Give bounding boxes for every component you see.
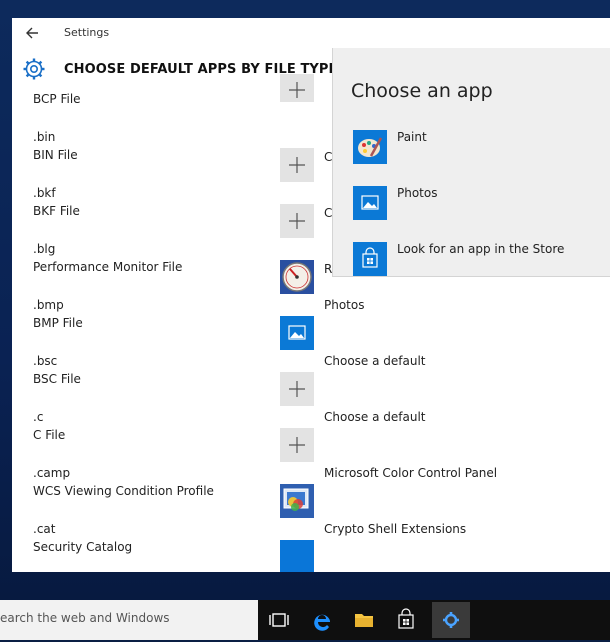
taskbar: earch the web and Windows: [0, 600, 610, 640]
task-view-icon[interactable]: [263, 604, 295, 636]
file-type-row: .camp WCS Viewing Condition Profile Micr…: [12, 466, 610, 522]
app-option-label: Look for an app in the Store: [397, 242, 565, 256]
default-app-button[interactable]: [280, 540, 314, 572]
color-control-panel-icon: [283, 488, 309, 511]
store-icon: [353, 242, 387, 276]
app-option-store[interactable]: Look for an app in the Store: [353, 242, 610, 276]
back-arrow-icon[interactable]: [22, 23, 44, 43]
file-type-description: Security Catalog: [33, 540, 133, 554]
file-type-row: .c C File Choose a default: [12, 410, 610, 466]
app-option-label: Paint: [397, 130, 427, 144]
file-extension: .camp: [33, 466, 71, 480]
file-type-description: BSC File: [33, 372, 81, 386]
file-extension: .bmp: [33, 298, 64, 312]
default-app-label: Microsoft Color Control Panel: [324, 466, 498, 480]
edge-browser-icon[interactable]: [306, 604, 338, 636]
default-app-label: Choose a default: [324, 354, 426, 368]
settings-window: Settings CHOOSE DEFAULT APPS BY FILE TYP…: [12, 18, 610, 572]
file-extension: .bin: [33, 130, 56, 144]
file-type-description: Performance Monitor File: [33, 260, 183, 274]
default-app-label: Crypto Shell Extensions: [324, 522, 467, 536]
gear-icon: [443, 612, 459, 628]
app-option-paint[interactable]: Paint: [353, 130, 610, 164]
paint-icon: [353, 130, 387, 164]
photos-icon: [288, 325, 306, 340]
plus-icon: [289, 381, 305, 397]
file-type-row: .bsc BSC File Choose a default: [12, 354, 610, 410]
file-explorer-icon[interactable]: [348, 604, 380, 636]
add-default-app-button[interactable]: [280, 148, 314, 182]
app-option-photos[interactable]: Photos: [353, 186, 610, 220]
window-title: Settings: [64, 26, 110, 39]
plus-icon: [289, 82, 305, 98]
photos-icon: [353, 186, 387, 220]
performance-monitor-icon: [282, 262, 312, 292]
plus-icon: [289, 437, 305, 453]
file-type-description: BKF File: [33, 204, 80, 218]
plus-icon: [289, 213, 305, 229]
file-extension: .bsc: [33, 354, 58, 368]
settings-taskbar-button[interactable]: [432, 602, 470, 638]
default-app-button[interactable]: [280, 260, 314, 294]
file-type-row: .cat Security Catalog Crypto Shell Exten…: [12, 522, 610, 572]
search-placeholder: earch the web and Windows: [0, 611, 170, 625]
choose-app-flyout: Choose an app Paint Photos Look for an a…: [332, 48, 610, 277]
app-option-label: Photos: [397, 186, 438, 200]
file-extension: .bkf: [33, 186, 56, 200]
flyout-title: Choose an app: [351, 80, 493, 102]
add-default-app-button[interactable]: [280, 372, 314, 406]
file-extension: .c: [33, 410, 44, 424]
default-app-label: Choose a default: [324, 410, 426, 424]
file-type-description: WCS Viewing Condition Profile: [33, 484, 214, 498]
file-type-description: BCP File: [33, 92, 81, 106]
gear-icon: [23, 58, 45, 80]
file-extension: .cat: [33, 522, 56, 536]
default-app-button[interactable]: [280, 316, 314, 350]
add-default-app-button[interactable]: [280, 204, 314, 238]
add-default-app-button[interactable]: [280, 74, 314, 102]
default-app-button[interactable]: [280, 484, 314, 518]
add-default-app-button[interactable]: [280, 428, 314, 462]
file-type-description: BIN File: [33, 148, 78, 162]
taskbar-search-box[interactable]: earch the web and Windows: [0, 600, 258, 640]
plus-icon: [289, 157, 305, 173]
file-extension: .blg: [33, 242, 56, 256]
file-type-description: BMP File: [33, 316, 83, 330]
title-bar: Settings: [12, 18, 610, 48]
file-type-description: C File: [33, 428, 66, 442]
file-type-row: .bmp BMP File Photos: [12, 298, 610, 354]
default-app-label: Photos: [324, 298, 365, 312]
store-icon[interactable]: [390, 604, 422, 636]
